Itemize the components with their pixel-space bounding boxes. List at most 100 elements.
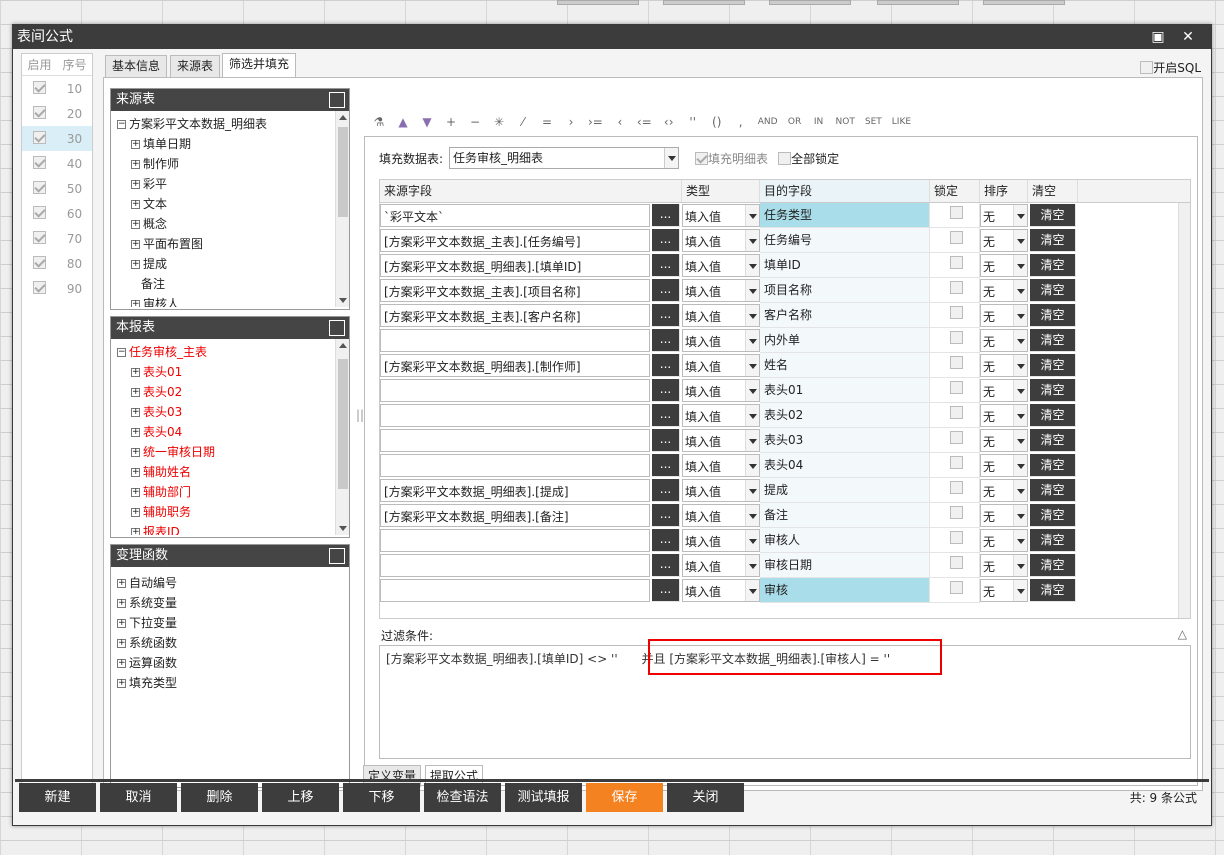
popout-icon[interactable] xyxy=(329,320,345,336)
expand-icon[interactable]: + xyxy=(117,659,126,668)
tree-node[interactable]: + 彩平 xyxy=(117,174,349,194)
clear-button[interactable]: 清空 xyxy=(1030,579,1076,602)
browse-button[interactable]: ... xyxy=(652,429,680,452)
filter-condition-box[interactable]: [方案彩平文本数据_明细表].[填单ID] <> '' 并且 [方案彩平文本数据… xyxy=(379,639,1191,759)
enabled-checkbox[interactable] xyxy=(33,105,46,119)
variable-item[interactable]: + 下拉变量 xyxy=(117,613,349,633)
clear-button[interactable]: 清空 xyxy=(1030,429,1076,452)
operator-button[interactable]: OR xyxy=(788,117,802,127)
clear-button[interactable]: 清空 xyxy=(1030,229,1076,252)
source-field-input[interactable] xyxy=(380,379,650,402)
type-select[interactable]: 填入值 xyxy=(682,329,760,352)
formula-row[interactable]: 80 xyxy=(22,251,92,276)
operator-button[interactable]: = xyxy=(540,115,554,129)
operator-button[interactable]: ✳ xyxy=(492,115,506,129)
clear-button[interactable]: 清空 xyxy=(1030,554,1076,577)
tree-node[interactable]: + 表头02 xyxy=(117,382,349,402)
operator-button[interactable]: ⁄ xyxy=(516,115,530,129)
collapse-icon[interactable]: − xyxy=(117,120,126,129)
sort-select[interactable]: 无 xyxy=(980,229,1028,252)
tree-node[interactable]: + 辅助职务 xyxy=(117,502,349,522)
type-select[interactable]: 填入值 xyxy=(682,229,760,252)
browse-button[interactable]: ... xyxy=(652,304,680,327)
clear-button[interactable]: 清空 xyxy=(1030,254,1076,277)
new-button[interactable]: 新建 xyxy=(19,783,96,812)
type-select[interactable]: 填入值 xyxy=(682,204,760,227)
tree-node[interactable]: + 文本 xyxy=(117,194,349,214)
expand-icon[interactable]: + xyxy=(131,220,140,229)
browse-button[interactable]: ... xyxy=(652,229,680,252)
clear-button[interactable]: 清空 xyxy=(1030,354,1076,377)
open-sql-toggle[interactable]: 开启SQL xyxy=(1140,59,1201,76)
expand-icon[interactable]: + xyxy=(131,260,140,269)
formula-row[interactable]: 90 xyxy=(22,276,92,301)
operator-button[interactable]: ‹ xyxy=(613,115,627,129)
operator-button[interactable]: IN xyxy=(812,117,826,127)
source-field-input[interactable]: `彩平文本` xyxy=(380,204,650,227)
expand-icon[interactable]: + xyxy=(117,639,126,648)
cancel-button[interactable]: 取消 xyxy=(100,783,177,812)
type-select[interactable]: 填入值 xyxy=(682,479,760,502)
operator-button[interactable]: '' xyxy=(686,115,700,129)
tree-node[interactable]: 备注 xyxy=(117,274,349,294)
sort-select[interactable]: 无 xyxy=(980,529,1028,552)
formula-row[interactable]: 40 xyxy=(22,151,92,176)
source-field-input[interactable] xyxy=(380,404,650,427)
move-up-button[interactable]: 上移 xyxy=(262,783,339,812)
tree-node[interactable]: + 统一审核日期 xyxy=(117,442,349,462)
type-select[interactable]: 填入值 xyxy=(682,454,760,477)
sort-select[interactable]: 无 xyxy=(980,479,1028,502)
browse-button[interactable]: ... xyxy=(652,479,680,502)
sort-select[interactable]: 无 xyxy=(980,404,1028,427)
sort-select[interactable]: 无 xyxy=(980,354,1028,377)
tree-node[interactable]: + 报表ID xyxy=(117,522,349,535)
tab-basic-info[interactable]: 基本信息 xyxy=(105,55,168,77)
lock-checkbox[interactable] xyxy=(949,256,963,269)
expand-icon[interactable]: + xyxy=(117,579,126,588)
source-field-input[interactable]: [方案彩平文本数据_明细表].[制作师] xyxy=(380,354,650,377)
operator-button[interactable]: ›= xyxy=(588,115,603,129)
lock-all-checkbox[interactable] xyxy=(778,151,792,165)
browse-button[interactable]: ... xyxy=(652,404,680,427)
expand-icon[interactable]: + xyxy=(131,160,140,169)
lock-checkbox[interactable] xyxy=(949,306,963,319)
open-sql-checkbox[interactable] xyxy=(1140,61,1154,74)
popout-icon[interactable] xyxy=(329,92,345,108)
move-down-button[interactable]: 下移 xyxy=(343,783,420,812)
clear-button[interactable]: 清空 xyxy=(1030,504,1076,527)
clear-button[interactable]: 清空 xyxy=(1030,454,1076,477)
enabled-checkbox[interactable] xyxy=(33,230,46,244)
collapse-icon[interactable]: △ xyxy=(1178,627,1187,641)
operator-button[interactable]: SET xyxy=(865,117,882,127)
type-select[interactable]: 填入值 xyxy=(682,529,760,552)
lock-checkbox[interactable] xyxy=(949,206,963,219)
enabled-checkbox[interactable] xyxy=(33,255,46,269)
scrollbar[interactable] xyxy=(335,339,349,535)
expand-icon[interactable]: + xyxy=(117,619,126,628)
formula-row[interactable]: 20 xyxy=(22,101,92,126)
lock-checkbox[interactable] xyxy=(949,456,963,469)
source-field-input[interactable]: [方案彩平文本数据_主表].[项目名称] xyxy=(380,279,650,302)
expand-icon[interactable]: + xyxy=(131,180,140,189)
enabled-checkbox[interactable] xyxy=(33,205,46,219)
lock-checkbox[interactable] xyxy=(949,531,963,544)
format-icon[interactable]: ⚗ xyxy=(372,115,386,129)
lock-checkbox[interactable] xyxy=(949,231,963,244)
lock-checkbox[interactable] xyxy=(949,331,963,344)
move-up-icon[interactable]: ▲ xyxy=(396,115,410,129)
expand-icon[interactable]: + xyxy=(131,468,140,477)
scrollbar[interactable] xyxy=(1178,203,1190,618)
operator-button[interactable]: NOT xyxy=(836,117,855,127)
clear-button[interactable]: 清空 xyxy=(1030,329,1076,352)
browse-button[interactable]: ... xyxy=(652,504,680,527)
enabled-checkbox[interactable] xyxy=(33,155,46,169)
clear-button[interactable]: 清空 xyxy=(1030,529,1076,552)
enabled-checkbox[interactable] xyxy=(33,180,46,194)
sort-select[interactable]: 无 xyxy=(980,554,1028,577)
browse-button[interactable]: ... xyxy=(652,454,680,477)
tree-node[interactable]: + 填单日期 xyxy=(117,134,349,154)
clear-button[interactable]: 清空 xyxy=(1030,379,1076,402)
enabled-checkbox[interactable] xyxy=(33,80,46,94)
move-down-icon[interactable]: ▼ xyxy=(420,115,434,129)
browse-button[interactable]: ... xyxy=(652,554,680,577)
